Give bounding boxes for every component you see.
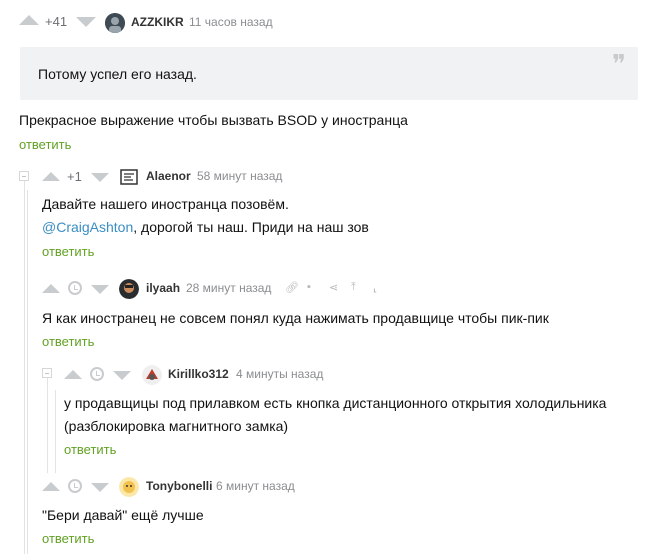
reply-link[interactable]: ответить bbox=[64, 442, 116, 457]
comment-text-line1: Давайте нашего иностранца позовём. bbox=[42, 196, 289, 212]
comment-text-rest: , дорогой ты наш. Приди на наш зов bbox=[133, 219, 369, 235]
comment-text: Я как иностранец не совсем понял куда на… bbox=[42, 310, 549, 326]
upvote-icon[interactable] bbox=[42, 172, 60, 181]
avatar-image bbox=[105, 13, 125, 33]
comment-text-line2: @CraigAshton, дорогой ты наш. Приди на н… bbox=[42, 217, 369, 237]
link-icon[interactable]: 🔗︎ bbox=[285, 281, 299, 294]
clock-icon bbox=[68, 479, 82, 493]
avatar-image bbox=[119, 477, 139, 497]
clock-icon bbox=[68, 281, 82, 295]
clock-icon bbox=[90, 367, 104, 381]
user-mention-link[interactable]: @CraigAshton bbox=[42, 219, 133, 235]
reply-link[interactable]: ответить bbox=[19, 137, 71, 152]
reply-link[interactable]: ответить bbox=[42, 334, 94, 349]
share-icon[interactable]: ⋖ bbox=[329, 281, 338, 294]
avatar[interactable] bbox=[119, 279, 139, 299]
comment-author[interactable]: Alaenor bbox=[146, 169, 191, 183]
reply-link[interactable]: ответить bbox=[42, 244, 94, 259]
upvote-icon[interactable] bbox=[64, 370, 82, 379]
save-icon[interactable]: ▪ bbox=[307, 281, 311, 293]
downvote-icon[interactable] bbox=[76, 17, 96, 27]
upvote-icon[interactable] bbox=[42, 284, 60, 293]
branch-icon[interactable]: ⸤ bbox=[373, 281, 377, 294]
downvote-icon[interactable] bbox=[113, 371, 131, 380]
downvote-icon[interactable] bbox=[91, 483, 109, 492]
avatar-image bbox=[119, 279, 139, 299]
avatar[interactable] bbox=[142, 365, 162, 385]
collapse-icon[interactable] bbox=[19, 171, 29, 181]
comment-author[interactable]: Kirillko312 bbox=[168, 367, 229, 381]
go-to-parent-icon[interactable]: ⤒ bbox=[351, 281, 356, 294]
avatar-image bbox=[120, 169, 138, 185]
comment-time[interactable]: 4 минуты назад bbox=[236, 367, 323, 381]
reply-link[interactable]: ответить bbox=[42, 531, 94, 546]
avatar-image bbox=[142, 365, 162, 385]
branch-line bbox=[24, 174, 25, 554]
comment-time[interactable]: 11 часов назад bbox=[189, 15, 273, 29]
comment-text: Прекрасное выражение чтобы вызвать BSOD … bbox=[19, 112, 408, 128]
comment-time[interactable]: 28 минут назад bbox=[186, 281, 271, 295]
branch-line bbox=[47, 374, 48, 473]
upvote-icon[interactable] bbox=[42, 482, 60, 491]
upvote-icon[interactable] bbox=[19, 15, 39, 25]
branch-line bbox=[27, 190, 28, 554]
comment-rating: +41 bbox=[45, 14, 68, 29]
avatar[interactable] bbox=[105, 13, 125, 33]
comment-author[interactable]: AZZKIKR bbox=[131, 15, 184, 29]
downvote-icon[interactable] bbox=[91, 285, 109, 294]
comment-text-line2: (разблокировка магнитного замка) bbox=[64, 418, 289, 434]
comment-rating: +1 bbox=[67, 169, 82, 184]
downvote-icon[interactable] bbox=[91, 173, 109, 182]
comment-author[interactable]: ilyaah bbox=[146, 281, 180, 295]
comment-text-line1: у продавщицы под прилавком есть кнопка д… bbox=[64, 395, 607, 411]
comment-time[interactable]: 58 минут назад bbox=[197, 169, 282, 183]
branch-line bbox=[55, 390, 56, 473]
avatar[interactable] bbox=[119, 167, 139, 187]
comment-time[interactable]: 6 минут назад bbox=[216, 479, 295, 493]
quote-text: Потому успел его назад. bbox=[38, 66, 197, 82]
collapse-icon[interactable] bbox=[42, 368, 52, 378]
comment-text: "Бери давай" ещё лучше bbox=[42, 507, 204, 523]
avatar[interactable] bbox=[119, 477, 139, 497]
comment-author[interactable]: Tonybonelli bbox=[146, 479, 212, 493]
quote-mark-icon: ❞ bbox=[612, 50, 626, 80]
